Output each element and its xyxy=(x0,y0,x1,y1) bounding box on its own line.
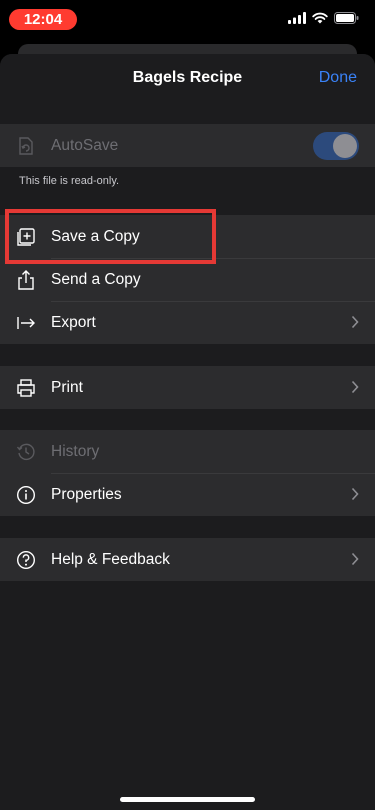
help-feedback-row[interactable]: Help & Feedback xyxy=(0,538,375,581)
save-copy-icon xyxy=(17,228,35,246)
send-a-copy-row[interactable]: Send a Copy xyxy=(0,258,375,301)
status-icons xyxy=(288,12,359,24)
sheet-header: Bagels Recipe Done xyxy=(0,54,375,104)
done-button[interactable]: Done xyxy=(319,54,357,104)
autosave-toggle[interactable] xyxy=(313,132,359,160)
save-a-copy-row[interactable]: Save a Copy xyxy=(0,215,375,258)
help-feedback-label: Help & Feedback xyxy=(51,550,170,568)
home-indicator[interactable] xyxy=(120,797,255,802)
print-label: Print xyxy=(51,378,83,396)
file-actions-group: Save a Copy Send a Copy Export xyxy=(0,215,375,344)
print-row[interactable]: Print xyxy=(0,366,375,409)
help-question-icon xyxy=(16,550,36,570)
cellular-signal-icon xyxy=(288,12,306,24)
info-group: History Properties xyxy=(0,430,375,516)
export-label: Export xyxy=(51,313,96,331)
autosave-group: AutoSave xyxy=(0,124,375,167)
save-a-copy-label: Save a Copy xyxy=(51,227,140,245)
history-clock-icon xyxy=(16,443,35,461)
screen: 12:04 Bagels Recipe Done AutoSave This f… xyxy=(0,0,375,810)
properties-label: Properties xyxy=(51,485,122,503)
battery-icon xyxy=(334,12,359,24)
status-time[interactable]: 12:04 xyxy=(9,9,77,30)
autosave-label: AutoSave xyxy=(51,136,119,154)
send-a-copy-label: Send a Copy xyxy=(51,270,141,288)
printer-icon xyxy=(17,379,35,397)
history-label: History xyxy=(51,442,100,460)
chevron-right-icon xyxy=(351,315,359,329)
export-arrow-icon xyxy=(17,317,35,329)
wifi-icon xyxy=(312,12,328,24)
autosave-toggle-knob xyxy=(333,134,357,158)
export-row[interactable]: Export xyxy=(0,301,375,344)
chevron-right-icon xyxy=(351,380,359,394)
autosave-icon xyxy=(19,137,33,155)
autosave-row: AutoSave xyxy=(0,124,375,167)
chevron-right-icon xyxy=(351,552,359,566)
info-icon xyxy=(16,485,36,505)
history-row: History xyxy=(0,430,375,473)
status-bar: 12:04 xyxy=(0,0,375,40)
properties-row[interactable]: Properties xyxy=(0,473,375,516)
read-only-note: This file is read-only. xyxy=(19,175,120,187)
help-group: Help & Feedback xyxy=(0,538,375,581)
chevron-right-icon xyxy=(351,487,359,501)
print-group: Print xyxy=(0,366,375,409)
share-icon xyxy=(18,270,34,290)
